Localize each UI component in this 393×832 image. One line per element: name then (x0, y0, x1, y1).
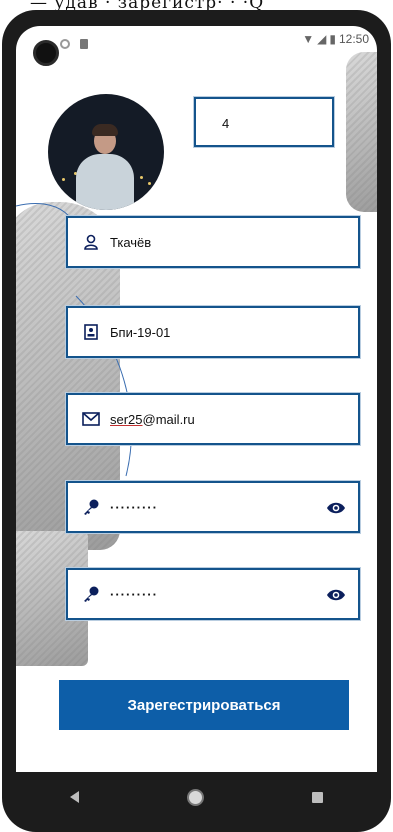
id-card-icon (82, 323, 100, 341)
surname-field[interactable]: Ткачёв (66, 216, 360, 268)
password-value: ········· (110, 499, 158, 515)
app-screen: ▼ ◢ ▮ 12:50 4 Ткачёв Бпи-19-01 ser25@mai… (16, 26, 377, 772)
counter-field[interactable]: 4 (194, 97, 334, 147)
eye-icon[interactable] (326, 500, 346, 516)
email-field[interactable]: ser25@mail.ru (66, 393, 360, 445)
signal-icon: ◢ (317, 32, 327, 46)
sim-card-icon (80, 39, 88, 49)
counter-value: 4 (222, 116, 230, 131)
back-icon[interactable] (70, 791, 79, 803)
password-confirm-value: ········· (110, 586, 158, 602)
statue-fragment-image (346, 52, 377, 212)
phone-frame: ▼ ◢ ▮ 12:50 4 Ткачёв Бпи-19-01 ser25@mai… (2, 10, 391, 832)
home-icon[interactable] (187, 788, 204, 806)
mail-icon (82, 410, 100, 428)
camera-cutout (33, 40, 59, 66)
group-value: Бпи-19-01 (110, 324, 171, 340)
status-indicators: ▼ ◢ ▮ 12:50 (302, 32, 369, 46)
surname-value: Ткачёв (110, 234, 152, 250)
eye-icon[interactable] (326, 587, 346, 603)
email-domain-part: @mail.ru (142, 411, 195, 427)
password-confirm-field[interactable]: ········· (66, 568, 360, 620)
status-time: 12:50 (338, 32, 369, 46)
person-icon (82, 233, 100, 251)
register-button[interactable]: Зарегестрироваться (59, 680, 349, 730)
recent-apps-icon[interactable] (312, 791, 323, 803)
profile-avatar[interactable] (48, 94, 164, 210)
system-nav-bar (16, 772, 377, 822)
status-bar: ▼ ◢ ▮ 12:50 (16, 26, 377, 66)
wifi-icon: ▼ (302, 32, 315, 46)
battery-icon: ▮ (329, 32, 336, 46)
email-user-part: ser25 (110, 411, 143, 427)
notification-circle-icon (60, 39, 70, 49)
password-field[interactable]: ········· (66, 481, 360, 533)
email-value: ser25@mail.ru (110, 412, 195, 427)
group-field[interactable]: Бпи-19-01 (66, 306, 360, 358)
key-icon (82, 585, 100, 603)
key-icon (82, 498, 100, 516)
